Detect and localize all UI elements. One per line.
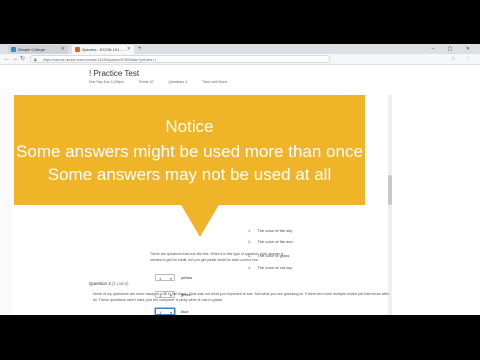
option-label: blue [181,309,189,314]
option-label: yellow [181,275,193,280]
answer-item: 1. The color of the sky [248,228,293,233]
meta-time: Time Limit None [201,80,228,84]
tab-label: Quizzes - ECON 101 - ... [82,47,127,52]
answer-dropdown[interactable]: 1 ▾ [155,274,175,281]
back-icon[interactable]: ← [4,55,10,63]
tab-quizzes[interactable]: Quizzes - ECON 101 - ... ✕ [72,45,134,54]
quiz-favicon-icon [75,47,80,52]
page-title: ! Practice Test [89,69,140,78]
left-nav [0,95,12,315]
close-tab-icon[interactable]: ✕ [127,45,131,54]
canvas-favicon-icon [11,47,16,52]
notice-title: Notice [165,117,214,136]
notice-pointer [180,203,220,237]
tab-bar: Simple College ✕ Quizzes - ECON 101 - ..… [0,44,480,54]
tab-simple-college[interactable]: Simple College ✕ [8,45,68,54]
answer-item: 4. The color of old cup [248,265,293,270]
chevron-down-icon: ▾ [169,276,172,281]
next-question-text: None of my questions are more essay or a… [93,292,390,302]
notice-line-2: Some answers may not be used at all [47,165,332,184]
window-controls[interactable]: – ▢ ✕ [432,44,476,54]
meta-due: Due Sep 8 at 11:59pm [89,80,124,84]
url-text: https://canvas.ubuntu.edu/courses/12345/… [43,58,157,62]
chevron-down-icon: ▾ [169,310,172,315]
answer-dropdown[interactable]: 1 ▾ [155,308,175,315]
scrollbar-thumb[interactable] [388,175,392,205]
meta-questions: Questions 4 [168,80,188,84]
notice-line-1: Some answers might be used more than onc… [16,142,363,161]
meta-points: Points 10 [138,80,154,84]
address-bar: ← → ↻ 🔒︎ https://canvas.ubuntu.edu/cours… [0,54,480,65]
forward-icon[interactable]: → [12,55,18,63]
answer-item: 3. The color of grass [248,253,290,258]
tab-label: Simple College [18,47,45,52]
notice-callout: Notice Some answers might be used more t… [14,95,365,205]
lock-icon: 🔒︎ [34,57,37,63]
close-tab-icon[interactable]: ✕ [61,45,65,54]
scrollbar[interactable] [388,95,392,315]
reload-icon[interactable]: ↻ [20,55,25,63]
next-question-heading: Question 3 (1 point) [89,281,129,286]
toolbar-icons[interactable]: ☆ ⋮ [451,55,474,63]
answer-item: 2. The color of the sun [248,239,293,244]
new-tab-button[interactable]: + [138,45,142,54]
quiz-meta: Due Sep 8 at 11:59pm Points 10 Questions… [89,80,241,84]
url-input[interactable]: 🔒︎ https://canvas.ubuntu.edu/courses/123… [30,55,330,63]
